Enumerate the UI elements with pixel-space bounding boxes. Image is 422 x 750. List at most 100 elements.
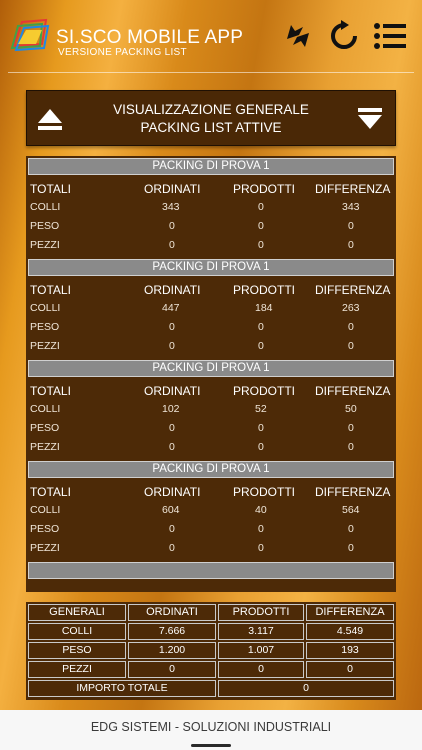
col-totali: TOTALI: [30, 485, 71, 499]
row-label-peso: PESO: [30, 321, 60, 333]
totals-cell: 193: [306, 642, 394, 659]
peso-ordinati: 0: [169, 422, 175, 434]
totals-cell: 7.666: [128, 623, 216, 640]
importo-totale-value: 0: [218, 680, 394, 697]
pezzi-prodotti: 0: [258, 542, 264, 554]
packing-name: PACKING DI PROVA 1: [28, 158, 394, 175]
totals-cell: 1.007: [218, 642, 304, 659]
packing-card[interactable]: PACKING DI PROVA 1 TOTALI ORDINATI PRODO…: [26, 257, 396, 358]
colli-differenza: 564: [342, 504, 360, 516]
totals-row-label: PESO: [28, 642, 126, 659]
packing-card[interactable]: [26, 560, 396, 592]
peso-differenza: 0: [348, 220, 354, 232]
colli-prodotti: 52: [255, 403, 267, 415]
refresh-icon[interactable]: [326, 18, 362, 54]
peso-ordinati: 0: [169, 523, 175, 535]
colli-prodotti: 0: [258, 201, 264, 213]
view-title-bar: VISUALIZZAZIONE GENERALE PACKING LIST AT…: [26, 90, 396, 146]
colli-differenza: 343: [342, 201, 360, 213]
row-label-pezzi: PEZZI: [30, 239, 60, 251]
peso-prodotti: 0: [258, 220, 264, 232]
colli-ordinati: 604: [162, 504, 180, 516]
row-label-pezzi: PEZZI: [30, 542, 60, 554]
packing-card[interactable]: PACKING DI PROVA 1 TOTALI ORDINATI PRODO…: [26, 358, 396, 459]
home-indicator[interactable]: [191, 744, 231, 747]
app-header: SI.SCO MOBILE APP VERSIONE PACKING LIST: [0, 0, 422, 72]
peso-ordinati: 0: [169, 220, 175, 232]
app-title: SI.SCO MOBILE APP: [56, 27, 244, 48]
col-differenza: DIFFERENZA: [315, 283, 391, 297]
packing-name: [28, 562, 394, 579]
pezzi-ordinati: 0: [169, 441, 175, 453]
col-prodotti: PRODOTTI: [233, 182, 295, 196]
packing-list[interactable]: PACKING DI PROVA 1 TOTALI ORDINATI PRODO…: [26, 156, 396, 592]
col-ordinati: ORDINATI: [144, 283, 201, 297]
colli-differenza: 50: [345, 403, 357, 415]
totals-cell: 3.117: [218, 623, 304, 640]
row-label-colli: COLLI: [30, 504, 61, 516]
pezzi-differenza: 0: [348, 542, 354, 554]
row-label-peso: PESO: [30, 523, 60, 535]
peso-differenza: 0: [348, 422, 354, 434]
totals-header-differenza: DIFFERENZA: [306, 604, 394, 621]
row-label-colli: COLLI: [30, 201, 61, 213]
row-label-colli: COLLI: [30, 403, 61, 415]
view-title-line2: PACKING LIST ATTIVE: [140, 120, 282, 135]
peso-prodotti: 0: [258, 523, 264, 535]
menu-icon[interactable]: [372, 18, 408, 54]
colli-prodotti: 184: [255, 302, 273, 314]
pezzi-ordinati: 0: [169, 542, 175, 554]
totals-cell: 4.549: [306, 623, 394, 640]
pezzi-prodotti: 0: [258, 340, 264, 352]
packing-name: PACKING DI PROVA 1: [28, 461, 394, 478]
col-totali: TOTALI: [30, 283, 71, 297]
col-prodotti: PRODOTTI: [233, 485, 295, 499]
footer-text: EDG SISTEMI - SOLUZIONI INDUSTRIALI: [90, 720, 332, 734]
pezzi-differenza: 0: [348, 340, 354, 352]
totals-cell: 1.200: [128, 642, 216, 659]
app-subtitle: VERSIONE PACKING LIST: [58, 47, 187, 58]
packing-name: PACKING DI PROVA 1: [28, 259, 394, 276]
pezzi-ordinati: 0: [169, 340, 175, 352]
col-ordinati: ORDINATI: [144, 485, 201, 499]
peso-prodotti: 0: [258, 321, 264, 333]
totals-cell: 0: [128, 661, 216, 678]
scroll-down-icon[interactable]: [357, 107, 383, 131]
peso-differenza: 0: [348, 321, 354, 333]
peso-differenza: 0: [348, 523, 354, 535]
row-label-colli: COLLI: [30, 302, 61, 314]
pezzi-differenza: 0: [348, 441, 354, 453]
general-totals-table: GENERALI ORDINATI PRODOTTI DIFFERENZA CO…: [26, 602, 396, 700]
colli-ordinati: 102: [162, 403, 180, 415]
row-label-pezzi: PEZZI: [30, 340, 60, 352]
pezzi-prodotti: 0: [258, 441, 264, 453]
col-ordinati: ORDINATI: [144, 182, 201, 196]
pezzi-prodotti: 0: [258, 239, 264, 251]
col-differenza: DIFFERENZA: [315, 384, 391, 398]
row-label-peso: PESO: [30, 422, 60, 434]
packing-card[interactable]: PACKING DI PROVA 1 TOTALI ORDINATI PRODO…: [26, 156, 396, 257]
colli-ordinati: 343: [162, 201, 180, 213]
sync-icon[interactable]: [280, 18, 316, 54]
view-title-line1: VISUALIZZAZIONE GENERALE: [113, 102, 309, 117]
totals-header-ordinati: ORDINATI: [128, 604, 216, 621]
totals-cell: 0: [306, 661, 394, 678]
header-divider: [8, 72, 414, 73]
col-totali: TOTALI: [30, 182, 71, 196]
packing-name: PACKING DI PROVA 1: [28, 360, 394, 377]
colli-prodotti: 40: [255, 504, 267, 516]
col-ordinati: ORDINATI: [144, 384, 201, 398]
totals-header-prodotti: PRODOTTI: [218, 604, 304, 621]
pezzi-ordinati: 0: [169, 239, 175, 251]
colli-ordinati: 447: [162, 302, 180, 314]
peso-prodotti: 0: [258, 422, 264, 434]
packing-card[interactable]: PACKING DI PROVA 1 TOTALI ORDINATI PRODO…: [26, 459, 396, 560]
col-differenza: DIFFERENZA: [315, 485, 391, 499]
totals-header-generali: GENERALI: [28, 604, 126, 621]
col-differenza: DIFFERENZA: [315, 182, 391, 196]
app-logo-icon: [10, 18, 50, 52]
totals-row-label: COLLI: [28, 623, 126, 640]
totals-cell: 0: [218, 661, 304, 678]
col-prodotti: PRODOTTI: [233, 384, 295, 398]
colli-differenza: 263: [342, 302, 360, 314]
